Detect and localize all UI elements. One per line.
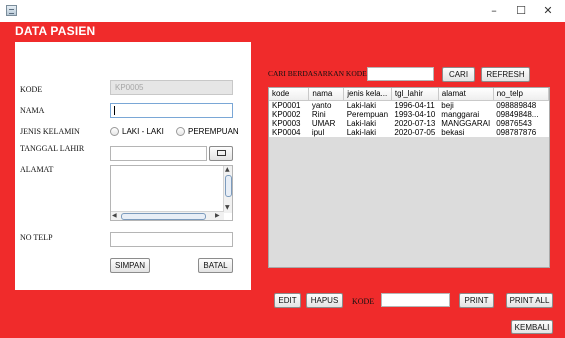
minimize-button[interactable]: – <box>482 2 506 20</box>
edit-button[interactable]: EDIT <box>274 293 301 308</box>
table-cell: yanto <box>311 100 332 110</box>
table-cell: bekasi <box>441 127 465 137</box>
table-cell: 09849848... <box>496 109 539 119</box>
column-header[interactable]: tgl_lahir <box>391 88 439 101</box>
table-cell: KP0001 <box>272 100 301 110</box>
kode-label: KODE <box>20 85 43 94</box>
table-cell: Laki-laki <box>346 118 377 128</box>
table-cell: 2020-07-13 <box>394 118 436 128</box>
table-cell: MANGGARAI <box>441 118 491 128</box>
patient-table[interactable]: kode nama jenis kela... tgl_lahir alamat… <box>268 87 550 268</box>
vertical-scrollbar[interactable]: ▲ ▼ <box>223 166 232 213</box>
no-telp-field[interactable] <box>110 232 233 247</box>
page-title: DATA PASIEN <box>15 24 96 38</box>
alamat-textarea[interactable]: ▲ ▼ ◀ ▶ <box>110 165 233 221</box>
table-cell: KP0004 <box>272 127 301 137</box>
alamat-label: ALAMAT <box>20 165 54 174</box>
column-header[interactable]: jenis kela... <box>343 88 392 101</box>
scroll-thumb[interactable] <box>225 175 232 197</box>
table-row[interactable]: KP0004 ipul Laki-laki 2020-07-05 bekasi … <box>269 128 549 137</box>
calendar-icon <box>216 150 226 156</box>
title-bar: – ☐ ✕ <box>0 0 565 22</box>
date-picker-button[interactable] <box>209 146 233 161</box>
text-caret <box>114 106 115 115</box>
table-row[interactable]: KP0003 UMAR Laki-laki 2020-07-13 MANGGAR… <box>269 119 549 128</box>
table-cell: 1993-04-10 <box>394 109 436 119</box>
nama-field[interactable] <box>110 103 233 118</box>
cari-button[interactable]: CARI <box>442 67 475 82</box>
table-cell: UMAR <box>311 118 336 128</box>
refresh-button[interactable]: REFRESH <box>481 67 530 82</box>
radio-laki-laki-label: LAKI - LAKI <box>122 127 164 136</box>
nama-label: NAMA <box>20 106 45 115</box>
print-button[interactable]: PRINT <box>459 293 494 308</box>
radio-circle-icon <box>176 127 185 136</box>
simpan-button[interactable]: SIMPAN <box>110 258 150 273</box>
table-cell: 1996-04-11 <box>394 100 435 110</box>
java-app-icon <box>6 5 17 16</box>
radio-perempuan-label: PEREMPUAN <box>188 127 239 136</box>
kode-field: KP0005 <box>110 80 233 95</box>
scroll-thumb[interactable] <box>121 213 206 220</box>
hapus-button[interactable]: HAPUS <box>306 293 343 308</box>
table-cell: 09876543 <box>496 118 532 128</box>
column-header[interactable]: no_telp <box>493 88 550 101</box>
close-button[interactable]: ✕ <box>536 2 560 20</box>
scroll-left-icon[interactable]: ◀ <box>112 212 117 219</box>
radio-laki-laki[interactable]: LAKI - LAKI <box>110 127 164 136</box>
table-cell: Rini <box>311 109 326 119</box>
scroll-down-icon[interactable]: ▼ <box>225 204 230 211</box>
tanggal-lahir-label: TANGGAL LAHIR <box>20 144 85 153</box>
bottom-kode-label: KODE <box>352 297 375 306</box>
print-all-button[interactable]: PRINT ALL <box>506 293 553 308</box>
table-row[interactable]: KP0001 yanto Laki-laki 1996-04-11 beji 0… <box>269 100 549 110</box>
table-cell: ipul <box>311 127 325 137</box>
scroll-up-icon[interactable]: ▲ <box>225 166 230 173</box>
search-label: CARI BERDASARKAN KODE <box>268 69 367 78</box>
horizontal-scrollbar[interactable]: ◀ ▶ <box>111 211 224 220</box>
column-header[interactable]: nama <box>308 88 345 101</box>
table-cell: Laki-laki <box>346 127 377 137</box>
table-header-row: kode nama jenis kela... tgl_lahir alamat… <box>269 88 550 101</box>
radio-perempuan[interactable]: PEREMPUAN <box>176 127 239 136</box>
table-cell: KP0002 <box>272 109 301 119</box>
batal-button[interactable]: BATAL <box>198 258 233 273</box>
table-cell: 098889848 <box>496 100 537 110</box>
kembali-button[interactable]: KEMBALI <box>511 320 553 334</box>
radio-circle-icon <box>110 127 119 136</box>
data-table: kode nama jenis kela... tgl_lahir alamat… <box>269 88 550 137</box>
table-cell: Laki-laki <box>346 100 377 110</box>
column-header[interactable]: alamat <box>438 88 494 101</box>
table-row[interactable]: KP0002 Rini Perempuan 1993-04-10 manggar… <box>269 110 549 119</box>
table-cell: KP0003 <box>272 118 301 128</box>
table-cell: manggarai <box>441 109 480 119</box>
column-header[interactable]: kode <box>269 88 310 101</box>
table-cell: Perempuan <box>346 109 389 119</box>
no-telp-label: NO TELP <box>20 233 53 242</box>
table-cell: 2020-07-05 <box>394 127 436 137</box>
maximize-button[interactable]: ☐ <box>509 2 533 20</box>
bottom-kode-input[interactable] <box>381 293 450 307</box>
jenis-kelamin-label: JENIS KELAMIN <box>20 127 80 136</box>
scroll-right-icon[interactable]: ▶ <box>215 212 220 219</box>
tanggal-lahir-field[interactable] <box>110 146 207 161</box>
table-cell: 098787876 <box>496 127 537 137</box>
search-input[interactable] <box>367 67 434 81</box>
table-cell: beji <box>441 100 454 110</box>
